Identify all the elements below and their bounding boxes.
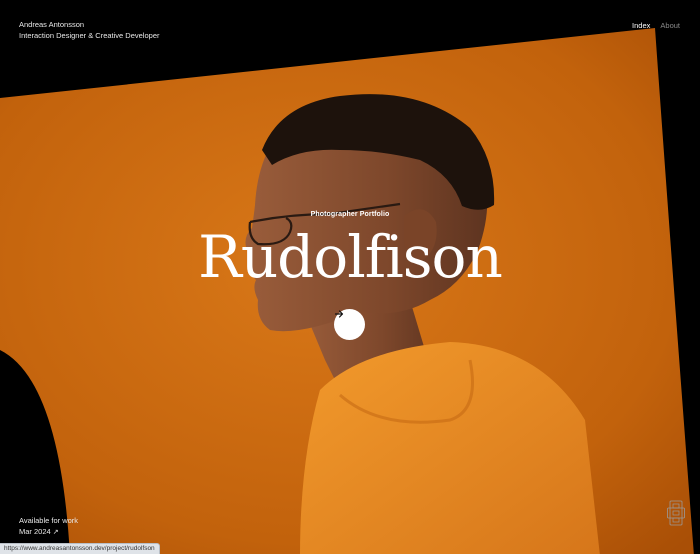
nav-about[interactable]: About	[660, 21, 680, 30]
site-header: Andreas Antonsson Interaction Designer &…	[0, 0, 700, 44]
availability-status: Available for work	[19, 516, 79, 525]
view-project-button[interactable]	[334, 309, 365, 340]
author-role: Interaction Designer & Creative Develope…	[19, 31, 160, 40]
footer-info: Available for work Mar 2024 ↗	[19, 515, 78, 538]
main-nav: Index About	[632, 21, 680, 30]
arrow-up-right-icon: ↗	[52, 529, 59, 536]
author-name[interactable]: Andreas Antonsson	[19, 19, 160, 30]
project-title[interactable]: Rudolfison	[0, 222, 700, 292]
project-eyebrow: Photographer Portfolio	[310, 211, 390, 218]
site-identity: Andreas Antonsson Interaction Designer &…	[19, 19, 160, 41]
nav-index[interactable]: Index	[632, 21, 650, 30]
arrow-right-icon	[334, 310, 344, 318]
scroll-indicator-icon[interactable]	[667, 500, 685, 526]
project-date-text: Mar 2024	[19, 527, 51, 536]
status-bar-url: https://www.andreasantonsson.dev/project…	[0, 543, 160, 554]
hero-image[interactable]: Photographer Portfolio Rudolfison	[0, 0, 700, 554]
project-date: Mar 2024 ↗	[19, 526, 78, 538]
